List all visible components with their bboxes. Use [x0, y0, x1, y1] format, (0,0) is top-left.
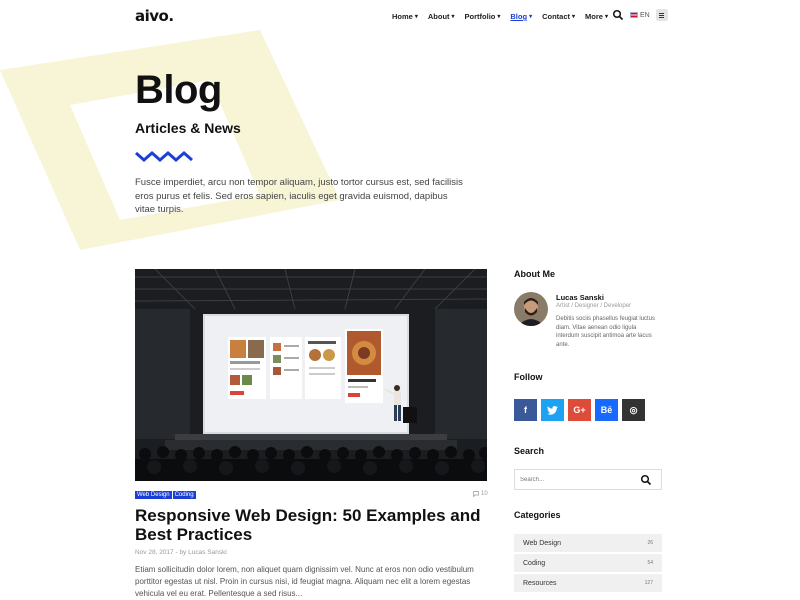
category-name: Coding: [523, 559, 546, 567]
zigzag-divider: [135, 151, 193, 162]
categories-heading: Categories: [514, 510, 561, 520]
comment-count[interactable]: 10: [473, 491, 488, 497]
post-excerpt: Etiam sollicitudin dolor lorem, non aliq…: [135, 565, 474, 598]
post-tags: Web Design Coding: [135, 491, 196, 499]
chevron-down-icon: ▾: [414, 14, 418, 20]
nav-item-blog[interactable]: Blog ▾: [510, 12, 532, 21]
post-title[interactable]: Responsive Web Design: 50 Examples and B…: [135, 506, 487, 544]
social-links: f G+ Bē ◎: [514, 399, 645, 421]
search-icon[interactable]: [612, 9, 624, 21]
chevron-down-icon: ▾: [497, 14, 501, 20]
nav-item-portfolio[interactable]: Portfolio ▾: [465, 12, 501, 21]
chevron-down-icon: ▾: [451, 14, 455, 20]
category-name: Resources: [523, 579, 557, 587]
nav-item-contact[interactable]: Contact ▾: [542, 12, 575, 21]
language-label: EN: [640, 11, 650, 19]
nav-item-more[interactable]: More ▾: [585, 12, 608, 21]
site-logo[interactable]: aivo.: [135, 7, 174, 25]
chevron-down-icon: ▾: [572, 14, 576, 20]
follow-heading: Follow: [514, 372, 543, 382]
search-icon[interactable]: [640, 474, 652, 486]
search-box: [514, 469, 662, 490]
category-count: 26: [647, 540, 653, 546]
category-count: 54: [647, 560, 653, 566]
main-nav: Home ▾ About ▾ Portfolio ▾ Blog ▾ Contact ▾ M…: [392, 12, 618, 21]
google-plus-icon[interactable]: G+: [568, 399, 591, 421]
page-subtitle: Articles & News: [135, 120, 241, 136]
facebook-icon[interactable]: f: [514, 399, 537, 421]
header-tools: EN: [612, 9, 668, 21]
language-switcher[interactable]: EN: [630, 12, 650, 19]
author-role: Artist / Designer / Developer: [556, 303, 632, 309]
nav-item-home[interactable]: Home ▾: [392, 12, 418, 21]
twitter-icon[interactable]: [541, 399, 564, 421]
tag-web-design[interactable]: Web Design: [135, 491, 172, 499]
comment-icon: [473, 491, 479, 497]
author-name: Lucas Sanski: [556, 293, 604, 302]
category-item-coding[interactable]: Coding 54: [514, 554, 662, 572]
page-title: Blog: [135, 68, 222, 112]
avatar: [514, 292, 548, 326]
category-list: Web Design 26 Coding 54 Resources 127: [514, 534, 662, 594]
category-count: 127: [644, 580, 653, 586]
background-shape: [0, 30, 340, 250]
behance-icon[interactable]: Bē: [595, 399, 618, 421]
chevron-down-icon: ▾: [529, 14, 533, 20]
category-item-resources[interactable]: Resources 127: [514, 574, 662, 592]
nav-item-about[interactable]: About ▾: [428, 12, 455, 21]
post-image[interactable]: [135, 269, 487, 481]
search-heading: Search: [514, 446, 545, 456]
tag-coding[interactable]: Coding: [172, 491, 196, 499]
menu-button[interactable]: [655, 9, 668, 21]
chevron-down-icon: ▾: [604, 14, 608, 20]
category-name: Web Design: [523, 539, 562, 547]
site-header: aivo. Home ▾ About ▾ Portfolio ▾ Blog ▾ Cont…: [0, 0, 800, 32]
about-heading: About Me: [514, 269, 555, 279]
dribbble-icon[interactable]: ◎: [622, 399, 645, 421]
author-bio: Debitis sociis phasellus feugiat luctus …: [556, 316, 656, 349]
search-input[interactable]: [515, 476, 640, 483]
comment-count-value: 10: [481, 491, 488, 497]
category-item-web-design[interactable]: Web Design 26: [514, 534, 662, 552]
post-meta: Nov 28, 2017 - by Lucas Sanski: [135, 549, 227, 556]
page-description: Fusce imperdiet, arcu non tempor aliquam…: [135, 177, 463, 215]
flag-icon: [630, 12, 638, 18]
